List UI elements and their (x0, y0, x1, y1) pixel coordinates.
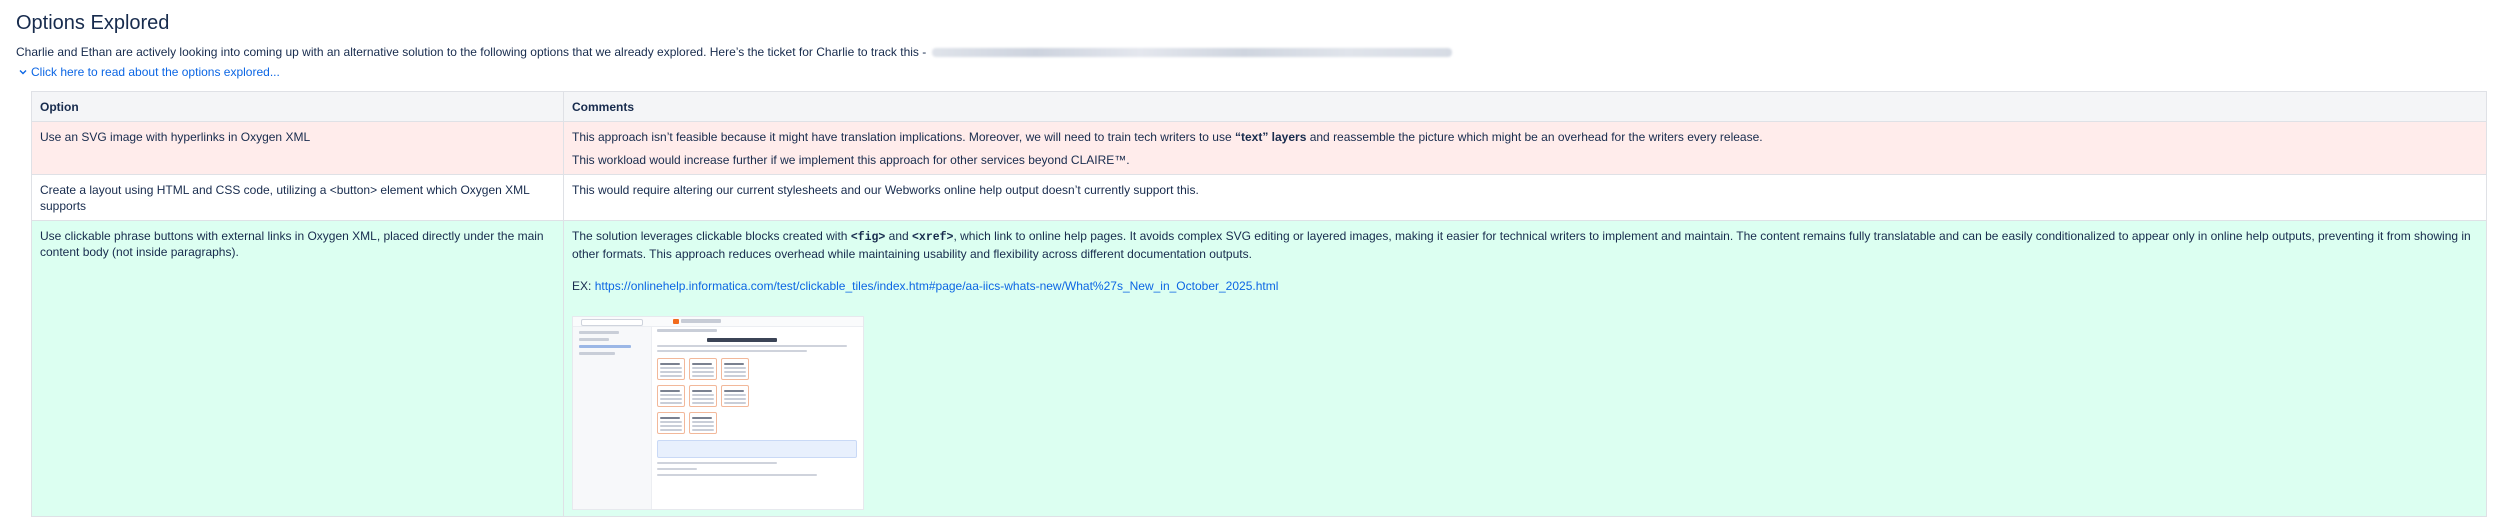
table-row: Use an SVG image with hyperlinks in Oxyg… (31, 121, 2487, 175)
example-label: EX: (572, 279, 595, 293)
screenshot-thumbnail[interactable] (572, 316, 864, 510)
code-xref: <xref> (912, 231, 954, 244)
chevron-down-icon (19, 70, 27, 75)
comment-cell: The solution leverages clickable blocks … (563, 220, 2487, 517)
comment-text: This approach isn’t feasible because it … (572, 130, 1235, 144)
thumbnail-topbar (573, 317, 863, 327)
comment-paragraph: This workload would increase further if … (572, 153, 1130, 167)
table-row: Use clickable phrase buttons with extern… (31, 220, 2487, 517)
example-line: EX: https://onlinehelp.informatica.com/t… (572, 278, 2478, 294)
example-link[interactable]: https://onlinehelp.informatica.com/test/… (595, 279, 1279, 293)
comment-cell: This approach isn’t feasible because it … (563, 121, 2487, 175)
option-cell: Use clickable phrase buttons with extern… (31, 220, 564, 517)
expand-toggle[interactable]: Click here to read about the options exp… (18, 64, 280, 80)
comment-cell: This would require altering our current … (563, 174, 2487, 221)
comment-bold: “text” layers (1235, 130, 1307, 144)
table-header-row: Option Comments (31, 91, 2487, 122)
thumbnail-note (657, 440, 857, 458)
option-cell: Create a layout using HTML and CSS code,… (31, 174, 564, 221)
thumbnail-brand (681, 319, 721, 323)
intro-text: Charlie and Ethan are actively looking i… (16, 45, 927, 59)
comment-text: and reassemble the picture which might b… (1306, 130, 1763, 144)
table-row: Create a layout using HTML and CSS code,… (31, 174, 2487, 221)
option-cell: Use an SVG image with hyperlinks in Oxyg… (31, 121, 564, 175)
options-table: Option Comments Use an SVG image with hy… (31, 91, 2487, 517)
page-title: Options Explored (16, 12, 170, 34)
thumbnail-tile-grid (657, 358, 857, 434)
intro-paragraph: Charlie and Ethan are actively looking i… (16, 44, 1453, 60)
expand-label: Click here to read about the options exp… (31, 65, 280, 79)
comment-paragraph: The solution leverages clickable blocks … (572, 228, 2478, 262)
code-fig: <fig> (850, 231, 886, 244)
comment-text: The solution leverages clickable blocks … (572, 229, 851, 243)
header-option: Option (31, 91, 564, 122)
comment-paragraph: This approach isn’t feasible because it … (572, 129, 2478, 145)
thumbnail-content (657, 329, 857, 476)
thumbnail-sidebar (573, 327, 652, 509)
redacted-ticket-link[interactable] (932, 48, 1453, 58)
comment-text: and (885, 229, 913, 243)
informatica-logo-icon (673, 319, 679, 324)
thumbnail-search-box (581, 319, 643, 326)
header-comments: Comments (563, 91, 2487, 122)
